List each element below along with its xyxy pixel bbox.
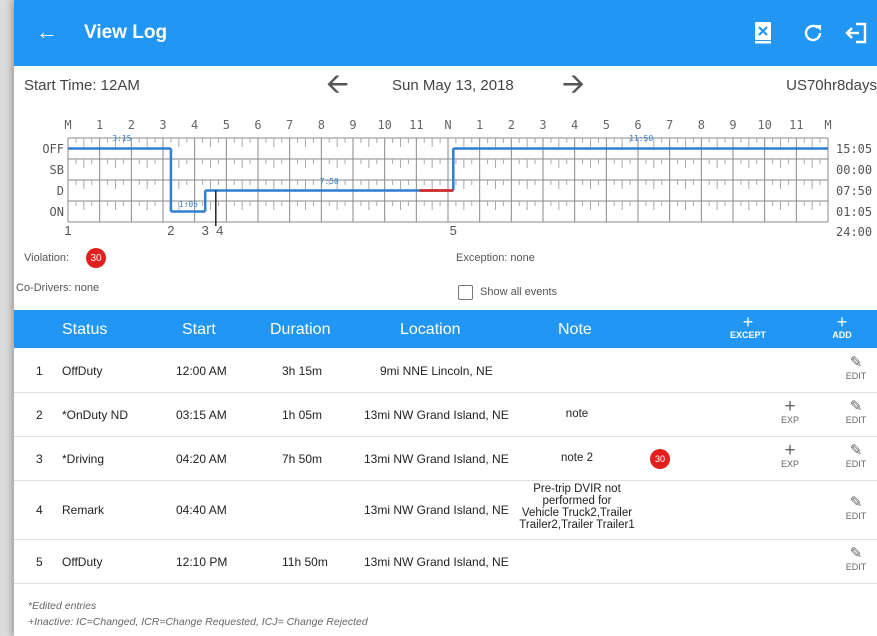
hour-label: 8: [318, 118, 325, 132]
status-total: 01:05: [836, 205, 872, 219]
col-start: Start: [182, 321, 216, 338]
show-all-events-checkbox[interactable]: [458, 285, 473, 300]
edit-button[interactable]: ✎ EDIT: [834, 398, 877, 426]
add-event-button[interactable]: + ADD: [817, 312, 867, 340]
table-row[interactable]: 1 OffDuty 12:00 AM 3h 15m 9mi NNE Lincol…: [14, 349, 877, 393]
close-document-icon[interactable]: [748, 18, 778, 48]
add-exception-row-button[interactable]: + EXP: [770, 396, 810, 425]
hour-label: 9: [729, 118, 736, 132]
pencil-icon: ✎: [849, 398, 863, 415]
table-row[interactable]: 4 Remark 04:40 AM 13mi NW Grand Island, …: [14, 481, 877, 540]
pencil-icon: ✎: [849, 494, 863, 511]
hour-label: 7: [666, 118, 673, 132]
pencil-icon: ✎: [849, 354, 863, 371]
hour-label: 5: [223, 118, 230, 132]
event-number: 5: [450, 223, 457, 238]
event-number: 3: [202, 223, 209, 238]
violation-badge[interactable]: 30: [650, 449, 670, 469]
violation-label: Violation:: [24, 252, 70, 264]
hour-label: 3: [539, 118, 546, 132]
app-bar: ← View Log: [14, 0, 877, 66]
duty-status-graph: M 1 2 3 4 5 6 7 8 9 10 11 N 1 2 3 4 5 6 7 8 9 10 11 MOFFSBDON15:…: [42, 118, 872, 239]
hour-label: 8: [698, 118, 705, 132]
show-all-events-label[interactable]: Show all events: [480, 286, 557, 298]
hour-label: 10: [377, 118, 391, 132]
hour-label: 7: [286, 118, 293, 132]
prev-day-arrow-icon[interactable]: 🡨: [326, 70, 349, 98]
edit-button[interactable]: ✎ EDIT: [834, 545, 877, 573]
hour-label: 1: [476, 118, 483, 132]
status-total: 15:05: [836, 142, 872, 156]
pencil-icon: ✎: [849, 545, 863, 562]
hour-label: M: [824, 118, 831, 132]
app-frame: ← View Log Start Time: 12AM 🡨 Sun May 13…: [14, 0, 877, 636]
start-time: Start Time: 12AM: [24, 77, 140, 94]
hour-label: 2: [508, 118, 515, 132]
table-row[interactable]: 5 OffDuty 12:10 PM 11h 50m 13mi NW Grand…: [14, 540, 877, 584]
remark-note: Pre-trip DVIR not performed for Vehicle …: [519, 483, 635, 531]
hour-label: 5: [603, 118, 610, 132]
hour-label: 9: [349, 118, 356, 132]
page-title: View Log: [84, 22, 168, 43]
hour-label: M: [64, 118, 71, 132]
refresh-icon[interactable]: [798, 18, 828, 48]
next-day-arrow-icon[interactable]: 🡪: [562, 70, 585, 98]
logout-icon[interactable]: [842, 18, 872, 48]
table-header: Status Start Duration Location Note + EX…: [14, 310, 877, 348]
status-total: 24:00: [836, 225, 872, 239]
hour-label: 11: [789, 118, 803, 132]
event-number: 1: [64, 223, 71, 238]
hour-label: 11: [409, 118, 423, 132]
col-status: Status: [62, 321, 108, 338]
event-number: 4: [216, 223, 223, 238]
hour-label: 10: [757, 118, 771, 132]
add-exception-row-button[interactable]: + EXP: [770, 440, 810, 469]
status-label: SB: [50, 163, 64, 177]
edit-button[interactable]: ✎ EDIT: [834, 354, 877, 382]
col-location: Location: [400, 321, 461, 338]
plus-icon: +: [784, 440, 796, 461]
segment-label: 1:05: [179, 200, 198, 209]
hour-label: N: [444, 118, 451, 132]
hour-label: 4: [191, 118, 198, 132]
status-total: 07:50: [836, 184, 872, 198]
footer-inactive-legend: +Inactive: IC=Changed, ICR=Change Reques…: [28, 616, 368, 628]
col-note: Note: [558, 321, 592, 338]
table-row[interactable]: 2 *OnDuty ND 03:15 AM 1h 05m 13mi NW Gra…: [14, 393, 877, 437]
hour-label: 6: [634, 118, 641, 132]
log-date: Sun May 13, 2018: [392, 77, 514, 94]
codrivers-label: Co-Drivers: none: [16, 282, 100, 294]
col-duration: Duration: [270, 321, 331, 338]
pencil-icon: ✎: [849, 442, 863, 459]
arrow-left-icon[interactable]: ←: [36, 20, 58, 44]
violation-badge[interactable]: 30: [86, 248, 106, 268]
hour-label: 1: [96, 118, 103, 132]
ruleset-label: US70hr8days: [786, 77, 877, 94]
edit-button[interactable]: ✎ EDIT: [834, 442, 877, 470]
status-label: OFF: [42, 142, 64, 156]
hour-label: 3: [159, 118, 166, 132]
plus-icon: +: [742, 312, 754, 332]
status-label: ON: [50, 205, 64, 219]
footer-edited-note: *Edited entries: [28, 600, 97, 612]
segment-label: 3:15: [112, 134, 131, 143]
log-header: Start Time: 12AM 🡨 Sun May 13, 2018 🡪 US…: [14, 66, 877, 104]
hour-label: 6: [254, 118, 261, 132]
segment-label: 7:50: [320, 177, 339, 186]
edit-button[interactable]: ✎ EDIT: [834, 494, 877, 522]
plus-icon: +: [836, 312, 848, 332]
status-total: 00:00: [836, 163, 872, 177]
event-number: 2: [167, 223, 174, 238]
plus-icon: +: [784, 396, 796, 417]
status-label: D: [57, 184, 64, 198]
add-exception-button[interactable]: + EXCEPT: [723, 312, 773, 340]
table-row[interactable]: 3 *Driving 04:20 AM 7h 50m 13mi NW Grand…: [14, 437, 877, 481]
hour-label: 2: [128, 118, 135, 132]
hour-label: 4: [571, 118, 578, 132]
segment-label: 11:50: [629, 134, 653, 143]
exception-label: Exception: none: [456, 252, 535, 264]
